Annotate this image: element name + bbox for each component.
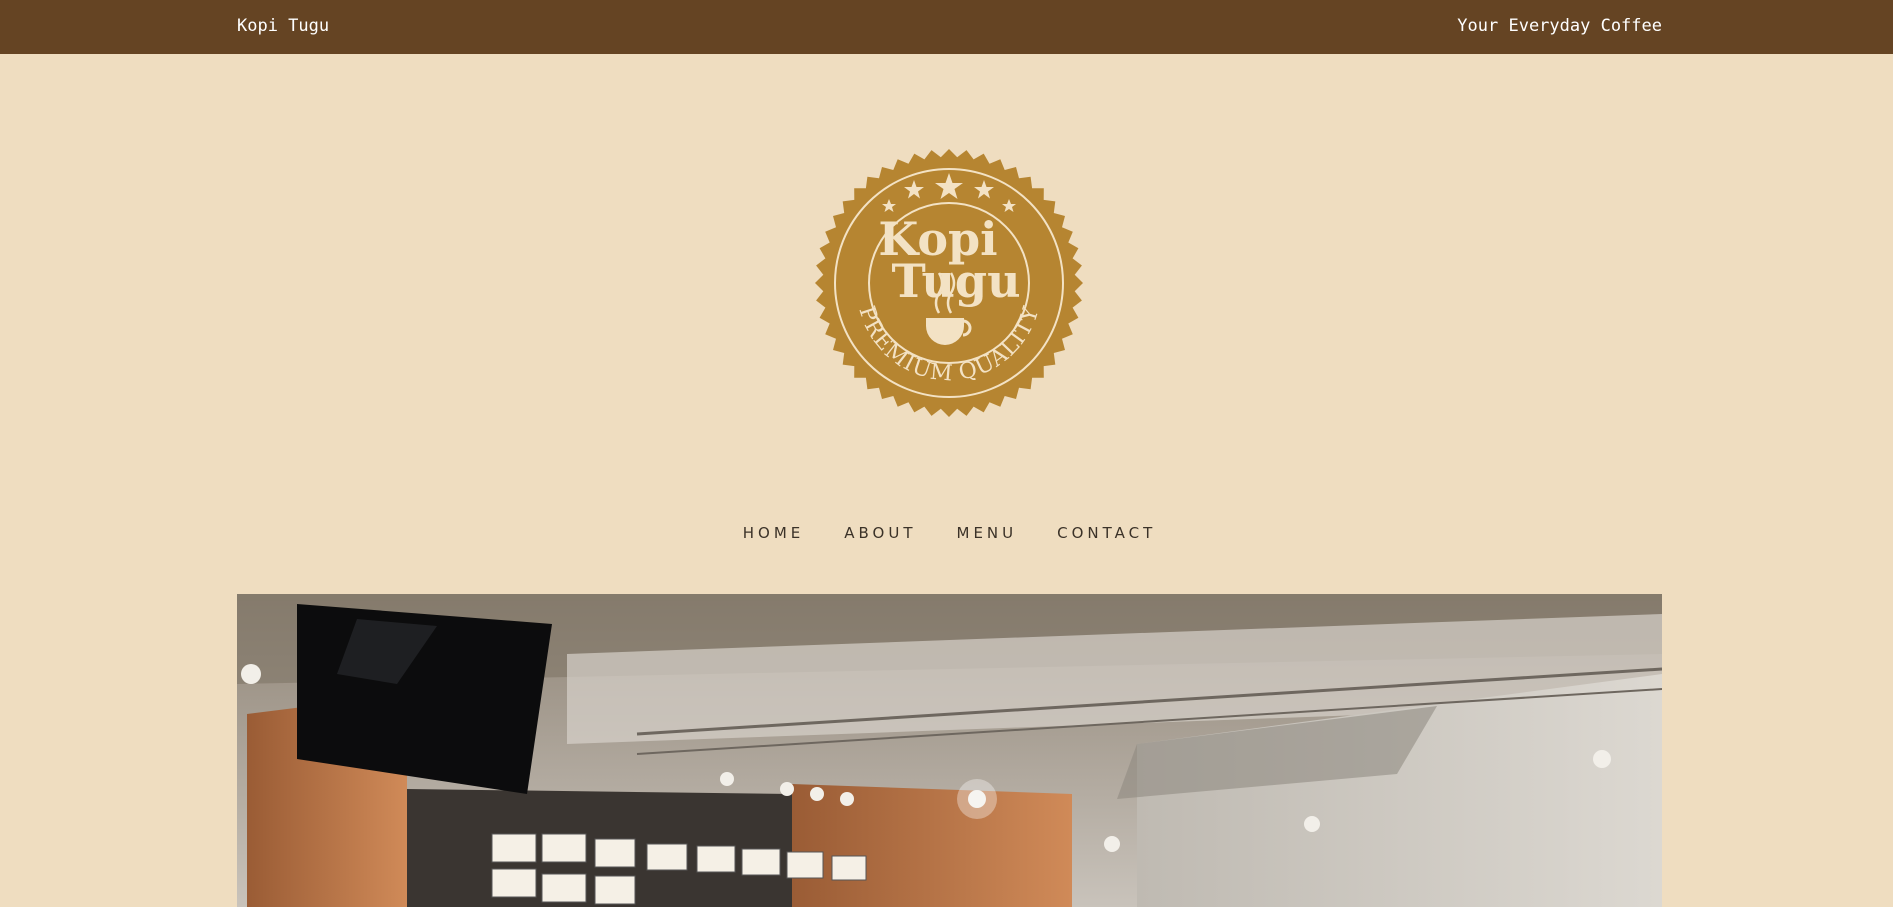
kopi-tugu-logo[interactable]: Kopi Tugu PREMIUM QUALITY <box>814 148 1084 418</box>
top-bar: Kopi Tugu Your Everyday Coffee <box>0 0 1893 54</box>
nav-home[interactable]: HOME <box>743 524 805 542</box>
nav-contact[interactable]: CONTACT <box>1057 524 1156 542</box>
nav-menu[interactable]: MENU <box>957 524 1018 542</box>
hero-image <box>237 594 1662 907</box>
cafe-interior-photo <box>237 594 1662 907</box>
tagline: Your Everyday Coffee <box>1457 16 1662 36</box>
logo-word-tugu: Tugu <box>891 254 1020 308</box>
nav-about[interactable]: ABOUT <box>844 524 916 542</box>
brand-name[interactable]: Kopi Tugu <box>237 16 329 36</box>
main-nav: HOME ABOUT MENU CONTACT <box>0 524 1893 542</box>
